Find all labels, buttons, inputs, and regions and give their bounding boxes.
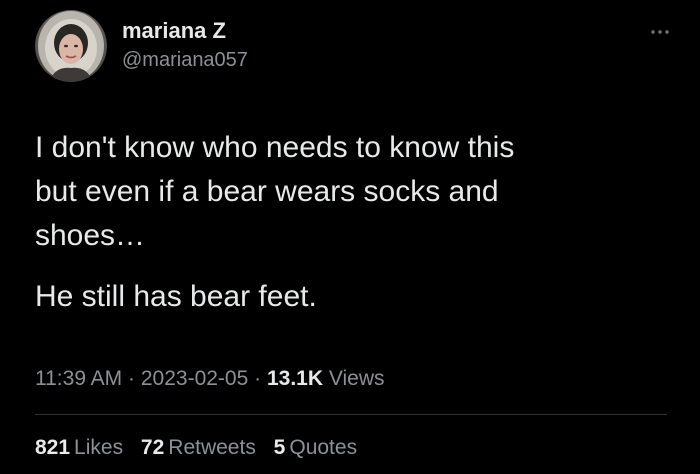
tweet-time[interactable]: 11:39 AM <box>35 367 122 390</box>
retweets-link[interactable]: 72 Retweets <box>141 436 256 459</box>
meta-separator: · <box>128 367 136 390</box>
tweet-paragraph: He still has bear feet. <box>35 280 317 313</box>
divider <box>35 414 667 415</box>
likes-label: Likes <box>74 436 124 459</box>
more-options-button[interactable] <box>648 22 672 42</box>
user-handle[interactable]: @mariana057 <box>122 47 248 73</box>
display-name[interactable]: mariana Z <box>122 18 248 44</box>
author-info: mariana Z @mariana057 <box>122 18 248 73</box>
retweets-count: 72 <box>140 436 165 459</box>
profile-photo <box>35 10 107 82</box>
quotes-link[interactable]: 5 Quotes <box>274 436 357 459</box>
views-count: 13.1K <box>266 367 324 390</box>
more-horizontal-icon <box>651 30 669 34</box>
views-label: Views <box>328 367 385 390</box>
likes-link[interactable]: 821 Likes <box>35 436 123 459</box>
engagement-stats: 821 Likes 72 Retweets 5 Quotes <box>35 436 369 460</box>
avatar[interactable] <box>35 10 107 82</box>
quotes-count: 5 <box>273 436 286 459</box>
tweet-paragraph: I don't know who needs to know this but … <box>35 131 515 252</box>
tweet-card: mariana Z @mariana057 I don't know who n… <box>0 0 700 474</box>
retweets-label: Retweets <box>168 436 256 459</box>
quotes-label: Quotes <box>289 436 358 459</box>
tweet-text: I don't know who needs to know this but … <box>35 126 665 319</box>
meta-separator: · <box>254 367 262 390</box>
likes-count: 821 <box>35 436 71 459</box>
tweet-date[interactable]: 2023-02-05 <box>141 367 248 390</box>
tweet-meta: 11:39 AM · 2023-02-05 · 13.1K Views <box>35 367 385 391</box>
